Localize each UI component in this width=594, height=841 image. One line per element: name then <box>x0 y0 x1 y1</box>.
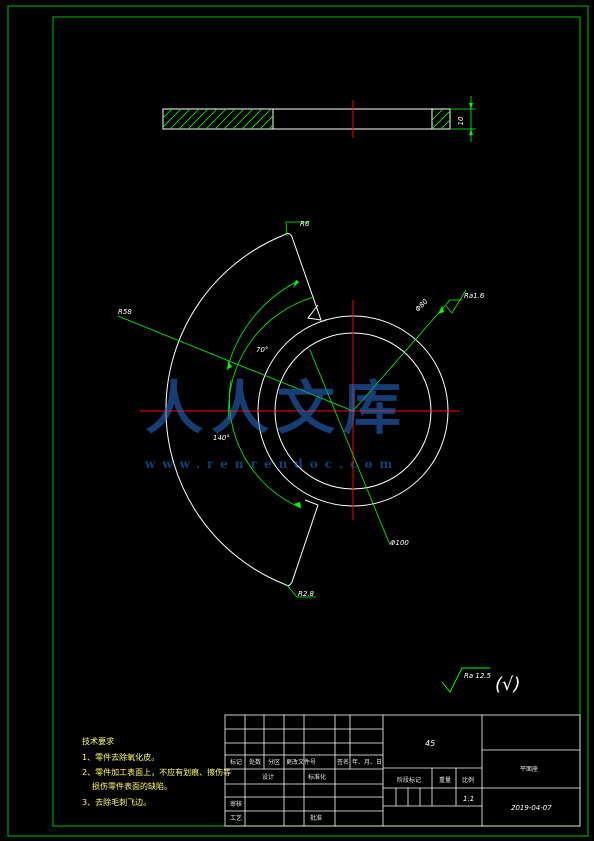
tech-title: 技术要求 <box>82 736 114 746</box>
surface-finish-note: Ra 12.5 (√) <box>441 667 521 695</box>
approve-label: 批准 <box>310 814 322 822</box>
other-roughness: (√) <box>495 674 521 695</box>
title-block: 标记 处数 分区 更改文件号 签名 年、月、日 设计 标准化 审核 工艺 批准 … <box>224 714 581 827</box>
drawing-date: 2019-04-07 <box>511 804 552 812</box>
tech-requirements: 技术要求 1、零件去除氧化皮。 2、零件加工表面上，不应有划痕、擦伤等 损伤零件… <box>82 736 231 807</box>
hdr-zone: 分区 <box>268 758 280 766</box>
standardize-label: 标准化 <box>308 773 326 781</box>
section-view: 10 <box>162 96 476 142</box>
thickness-dim-text: 10 <box>457 116 465 125</box>
tech-item-1: 1、零件去除氧化皮。 <box>82 752 159 762</box>
dim-r-corner-top: R6 <box>300 220 310 228</box>
hdr-count: 处数 <box>249 758 261 766</box>
dim-angle-small: 70° <box>256 346 268 354</box>
tech-item-2b: 损伤零件表面的缺陷。 <box>92 781 172 791</box>
drawing-sheet: 10 R6 R58 70° 140° Φ80 Ra1.6 Φ100 R2.8 人… <box>7 5 589 837</box>
bottom-notch-edge <box>283 499 319 587</box>
dim-r-outer: R58 <box>118 308 132 316</box>
tech-item-2: 2、零件加工表面上，不应有划痕、擦伤等 <box>82 767 231 777</box>
part-name: 平面座 <box>520 765 538 773</box>
watermark: 人人文库 www.renrendoc.com <box>144 374 409 471</box>
hdr-mark: 标记 <box>230 758 242 766</box>
dim-hole-dia: Φ80 <box>414 297 430 313</box>
hatch-left <box>163 109 273 129</box>
dim-outer-dia: Φ100 <box>390 539 409 547</box>
watermark-logo: 人人文库 <box>145 374 409 442</box>
scale-value: 1:1 <box>463 795 474 803</box>
hdr-date: 年、月、日 <box>352 758 382 766</box>
design-label: 设计 <box>262 773 274 781</box>
tech-item-3: 3、去除毛刺飞边。 <box>82 797 151 807</box>
hdr-change-doc: 更改文件号 <box>286 758 316 766</box>
process-label: 工艺 <box>230 814 242 822</box>
material: 45 <box>425 739 435 748</box>
watermark-url: www.renrendoc.com <box>144 457 399 471</box>
dim-r-corner-bottom: R2.8 <box>298 590 315 598</box>
scale-label: 比例 <box>462 776 474 784</box>
roughness-hole: Ra1.6 <box>464 292 485 300</box>
hdr-sign: 签名 <box>337 758 349 766</box>
general-roughness: Ra 12.5 <box>464 672 492 680</box>
weight-label: 重量 <box>439 776 451 784</box>
section-outline <box>162 108 451 130</box>
stage-label: 阶段标记 <box>397 776 421 784</box>
review-label: 审核 <box>230 800 242 808</box>
